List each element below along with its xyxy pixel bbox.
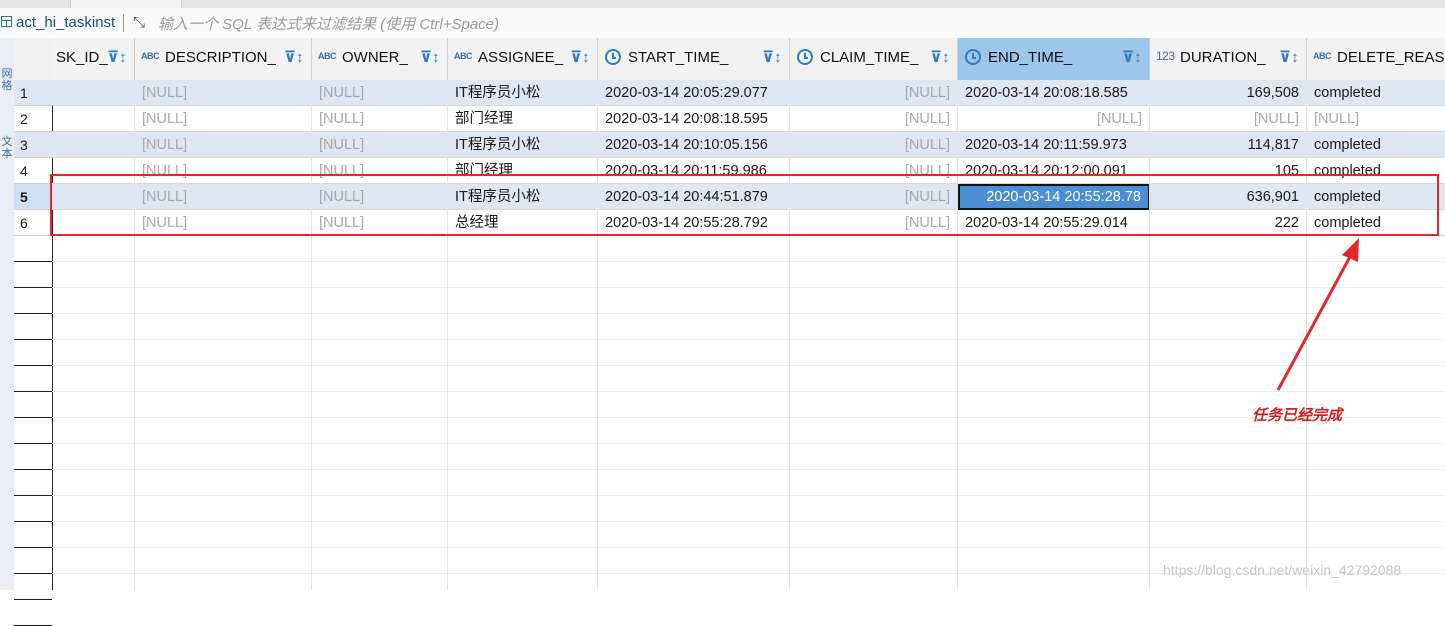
- annotation-arrow: [1276, 238, 1359, 391]
- row-number-empty: [14, 600, 52, 626]
- watermark: https://blog.csdn.net/weixin_42792088: [1163, 562, 1402, 578]
- annotation-label: 任务已经完成: [1252, 407, 1343, 424]
